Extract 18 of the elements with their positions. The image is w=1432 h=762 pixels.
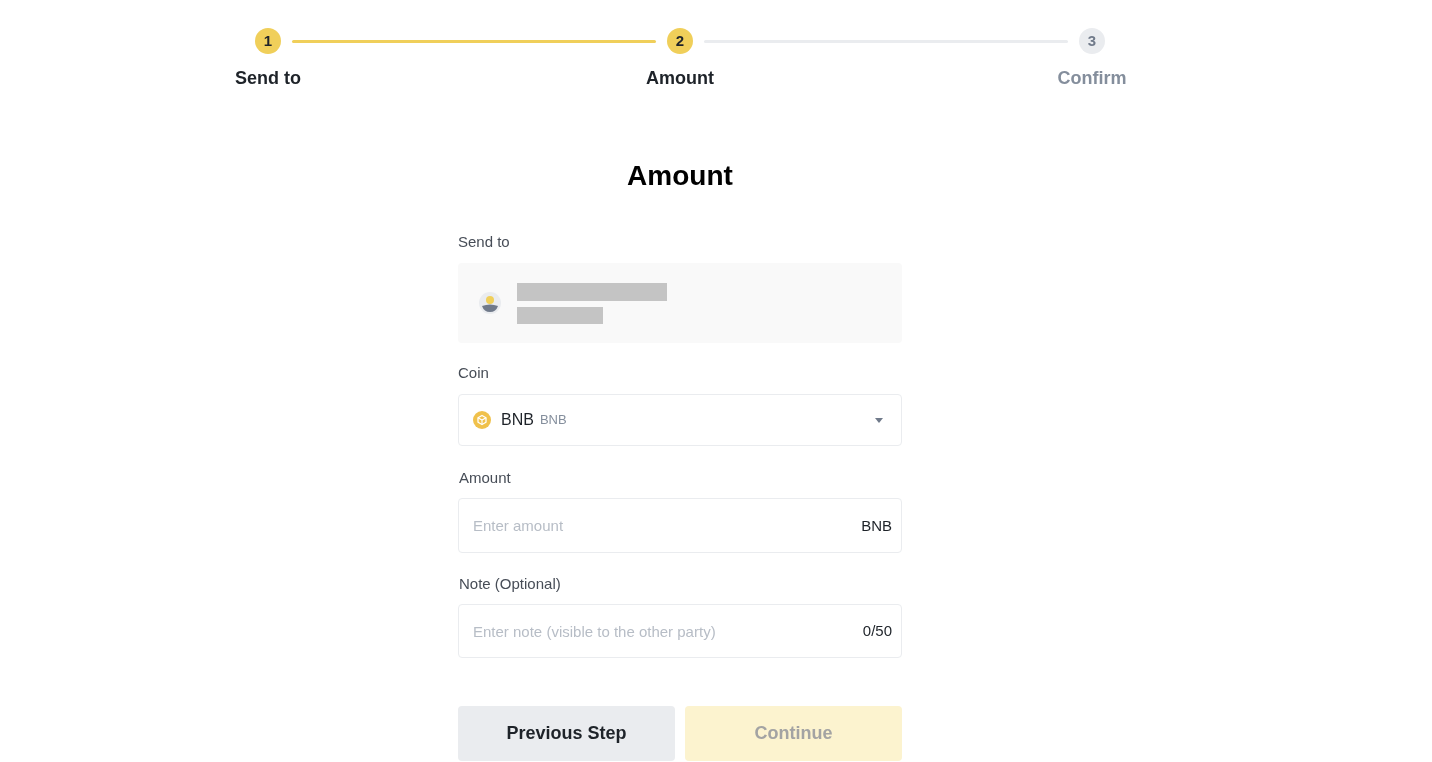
field-label: Send to: [458, 233, 510, 250]
field-label: Coin: [458, 364, 489, 381]
step-number: 2: [667, 28, 693, 54]
step-label: Amount: [646, 67, 714, 90]
field-label: Amount: [459, 469, 511, 486]
step-number: 3: [1079, 28, 1105, 54]
previous-button[interactable]: Previous Step: [458, 706, 675, 761]
caret-icon: [875, 417, 883, 423]
coin-select[interactable]: BNB BNB: [458, 394, 902, 446]
page-title: Amount: [627, 159, 733, 193]
field-label: Note (Optional): [459, 575, 561, 592]
currency-suffix: BNB: [861, 515, 892, 536]
step-number: 1: [255, 28, 281, 54]
step-label: Confirm: [1057, 67, 1127, 90]
step-label: Send to: [235, 67, 301, 90]
coin-icon: [473, 411, 491, 429]
character-counter: 0/50: [862, 621, 892, 641]
avatar-icon: [479, 292, 501, 314]
